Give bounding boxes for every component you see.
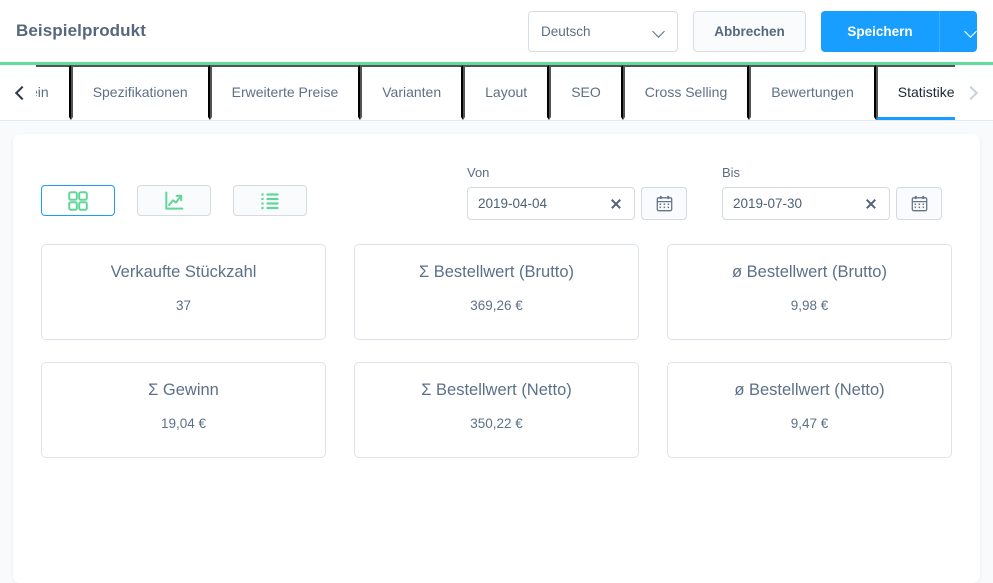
calendar-icon bbox=[911, 195, 927, 212]
stat-card-value: 37 bbox=[175, 298, 192, 313]
chevron-down-icon bbox=[654, 26, 665, 37]
stat-card-durchschnitt-bestellwert-brutto: ø Bestellwert (Brutto) 9,98 € bbox=[667, 244, 952, 340]
save-button[interactable]: Speichern bbox=[821, 10, 939, 52]
date-from-input[interactable]: 2019-04-04 bbox=[467, 187, 635, 220]
tab-seo[interactable]: SEO bbox=[549, 65, 623, 120]
statistics-panel: Von 2019-04-04 Bis 2019-07-30 Verkaufte … bbox=[13, 134, 980, 583]
date-to-input[interactable]: 2019-07-30 bbox=[722, 187, 890, 220]
save-button-group: Speichern bbox=[821, 10, 977, 52]
view-mode-toggle-group bbox=[41, 185, 307, 220]
tab-scroll-left-button[interactable] bbox=[6, 65, 36, 120]
stat-card-title: Σ Bestellwert (Netto) bbox=[421, 381, 572, 399]
date-to-value: 2019-07-30 bbox=[733, 196, 803, 211]
stat-card-title: Verkaufte Stückzahl bbox=[110, 263, 257, 281]
calendar-icon bbox=[656, 195, 672, 212]
stat-card-title: Σ Bestellwert (Brutto) bbox=[418, 263, 575, 281]
date-from-controls: 2019-04-04 bbox=[467, 187, 687, 220]
cancel-button[interactable]: Abbrechen bbox=[693, 10, 806, 52]
stat-card-summe-gewinn: Σ Gewinn 19,04 € bbox=[41, 362, 326, 458]
chevron-right-icon bbox=[965, 88, 975, 98]
stat-card-value: 350,22 € bbox=[470, 416, 523, 431]
stat-card-title: ø Bestellwert (Brutto) bbox=[732, 263, 887, 281]
view-mode-list-button[interactable] bbox=[233, 185, 307, 216]
tab-erweiterte-preise[interactable]: Erweiterte Preise bbox=[209, 65, 361, 120]
stat-card-summe-bestellwert-brutto: Σ Bestellwert (Brutto) 369,26 € bbox=[354, 244, 639, 340]
page-title: Beispielprodukt bbox=[16, 21, 146, 40]
date-from-value: 2019-04-04 bbox=[478, 196, 548, 211]
stat-card-value: 9,98 € bbox=[790, 298, 829, 313]
date-range-filter: Von 2019-04-04 Bis 2019-07-30 bbox=[467, 165, 942, 220]
header-actions: Deutsch Abbrechen Speichern bbox=[528, 10, 977, 52]
statistics-card-grid: Verkaufte Stückzahl 37 Σ Bestellwert (Br… bbox=[41, 244, 952, 458]
list-icon bbox=[261, 192, 279, 209]
tab-spezifikationen[interactable]: Spezifikationen bbox=[70, 65, 210, 120]
grid-icon bbox=[68, 190, 88, 211]
tab-bar: ein Spezifikationen Erweiterte Preise Va… bbox=[0, 65, 993, 121]
stat-card-value: 369,26 € bbox=[470, 298, 523, 313]
stat-card-durchschnitt-bestellwert-netto: ø Bestellwert (Netto) 9,47 € bbox=[667, 362, 952, 458]
date-from-calendar-button[interactable] bbox=[641, 187, 687, 220]
date-to-clear-button[interactable] bbox=[863, 196, 879, 212]
stat-card-title: ø Bestellwert (Netto) bbox=[734, 381, 885, 399]
app-header: Beispielprodukt Deutsch Abbrechen Speich… bbox=[0, 0, 993, 62]
stat-card-title: Σ Gewinn bbox=[148, 381, 219, 399]
language-select[interactable]: Deutsch bbox=[528, 10, 678, 52]
date-from-label: Von bbox=[467, 165, 490, 180]
tab-scroll-right-button[interactable] bbox=[955, 65, 985, 120]
save-dropdown-button[interactable] bbox=[939, 10, 977, 52]
view-mode-grid-button[interactable] bbox=[41, 185, 115, 216]
date-to-field: Bis 2019-07-30 bbox=[722, 165, 942, 220]
chevron-down-icon bbox=[966, 26, 977, 37]
tab-strip: ein Spezifikationen Erweiterte Preise Va… bbox=[28, 65, 985, 120]
page-body: Von 2019-04-04 Bis 2019-07-30 Verkaufte … bbox=[0, 121, 993, 583]
statistics-toolbar: Von 2019-04-04 Bis 2019-07-30 bbox=[41, 162, 952, 220]
date-from-field: Von 2019-04-04 bbox=[467, 165, 687, 220]
tab-layout[interactable]: Layout bbox=[463, 65, 550, 120]
date-to-controls: 2019-07-30 bbox=[722, 187, 942, 220]
date-to-label: Bis bbox=[722, 165, 741, 180]
tab-cross-selling[interactable]: Cross Selling bbox=[622, 65, 750, 120]
line-chart-icon bbox=[165, 191, 184, 210]
tab-bewertungen[interactable]: Bewertungen bbox=[749, 65, 876, 120]
stat-card-value: 19,04 € bbox=[160, 416, 207, 431]
stat-card-verkaufte-stueckzahl: Verkaufte Stückzahl 37 bbox=[41, 244, 326, 340]
date-from-clear-button[interactable] bbox=[608, 196, 624, 212]
tab-varianten[interactable]: Varianten bbox=[360, 65, 464, 120]
stat-card-value: 9,47 € bbox=[790, 416, 829, 431]
view-mode-chart-button[interactable] bbox=[137, 185, 211, 216]
date-to-calendar-button[interactable] bbox=[896, 187, 942, 220]
language-select-value: Deutsch bbox=[541, 23, 591, 39]
chevron-left-icon bbox=[16, 88, 26, 98]
stat-card-summe-bestellwert-netto: Σ Bestellwert (Netto) 350,22 € bbox=[354, 362, 639, 458]
